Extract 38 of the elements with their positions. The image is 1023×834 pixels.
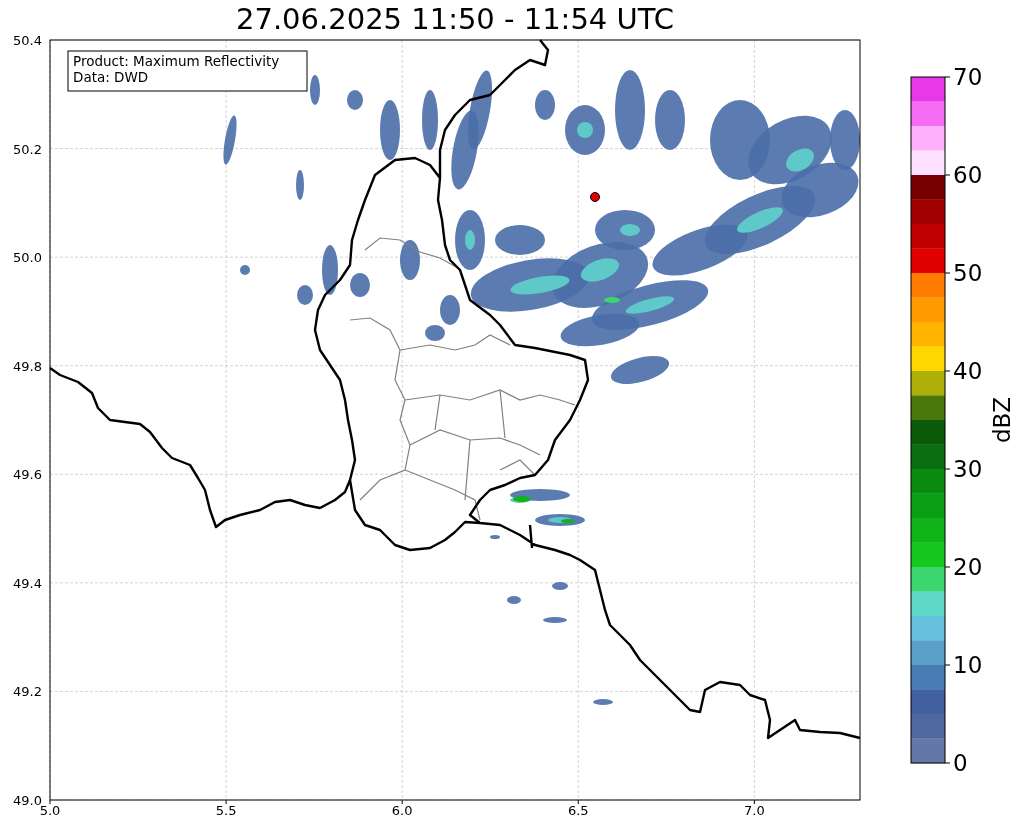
colorbar-tick-label: 30 (953, 456, 983, 482)
x-tick-mark (49, 799, 51, 805)
y-tick-label: 49.8 (13, 358, 42, 374)
x-tick-label: 7.0 (744, 803, 765, 818)
y-tick-label: 49.6 (13, 467, 42, 483)
colorbar-tick-mark (944, 174, 951, 176)
colorbar-tick-mark (944, 566, 951, 568)
x-tick-mark (753, 799, 755, 805)
colorbar-tick-mark (944, 272, 951, 274)
colorbar-tick-mark (944, 762, 951, 764)
colorbar-tick-label: 20 (953, 554, 983, 580)
chart-title: 27.06.2025 11:50 - 11:54 UTC (235, 1, 675, 30)
colorbar-tick-label: 60 (953, 162, 983, 188)
colorbar-tick-label: 40 (953, 358, 983, 384)
radar-site-marker (590, 192, 600, 202)
x-tick-mark (401, 799, 403, 805)
colorbar-tick-mark (944, 468, 951, 470)
y-tick-label: 49.4 (13, 575, 42, 591)
colorbar-tick-mark (944, 664, 951, 666)
colorbar-label: dBZ (989, 396, 1015, 444)
colorbar-tick-mark (944, 76, 951, 78)
colorbar-tick-label: 0 (953, 750, 968, 776)
y-tick-label: 50.2 (13, 141, 42, 157)
x-tick-label: 5.5 (215, 803, 237, 818)
x-tick-mark (225, 799, 227, 805)
info-text: Data: DWD (73, 69, 149, 85)
x-tick-label: 6.5 (567, 803, 589, 818)
colorbar-tick-label: 70 (953, 64, 983, 90)
info-text: Product: Maximum Reflectivity (73, 53, 280, 69)
x-tick-mark (577, 799, 579, 805)
y-tick-label: 50.0 (13, 250, 42, 266)
colorbar-tick-label: 50 (953, 260, 983, 286)
y-tick-label: 49.2 (13, 684, 42, 700)
colorbar-tick-mark (944, 370, 951, 372)
x-tick-label: 6.0 (391, 803, 413, 818)
colorbar-tick-label: 10 (953, 652, 983, 678)
y-tick-label: 50.4 (13, 33, 42, 48)
y-tick-label: 49.0 (13, 793, 42, 808)
